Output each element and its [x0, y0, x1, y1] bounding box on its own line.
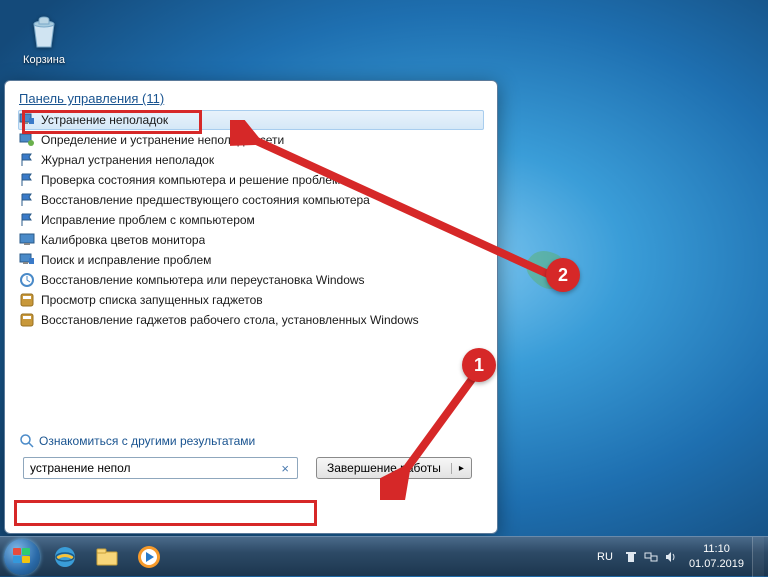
- search-icon: [19, 433, 35, 449]
- action-center-icon[interactable]: [622, 548, 640, 566]
- result-label: Журнал устранения неполадок: [41, 153, 214, 167]
- search-result-item[interactable]: Устранение неполадок: [18, 110, 484, 130]
- result-label: Определение и устранение неполадок сети: [41, 133, 284, 147]
- search-input[interactable]: [30, 461, 279, 475]
- start-button[interactable]: [0, 537, 44, 577]
- clock-date: 01.07.2019: [689, 557, 744, 571]
- result-label: Проверка состояния компьютера и решение …: [41, 173, 340, 187]
- result-label: Исправление проблем с компьютером: [41, 213, 255, 227]
- shutdown-arrow-icon[interactable]: ▸: [451, 463, 471, 474]
- search-result-item[interactable]: Просмотр списка запущенных гаджетов: [5, 290, 497, 310]
- result-icon: [19, 152, 35, 168]
- result-icon: [19, 212, 35, 228]
- search-result-item[interactable]: Восстановление гаджетов рабочего стола, …: [5, 310, 497, 330]
- more-results-link[interactable]: Ознакомиться с другими результатами: [19, 433, 255, 449]
- taskbar-explorer-button[interactable]: [87, 540, 127, 574]
- search-result-item[interactable]: Исправление проблем с компьютером: [5, 210, 497, 230]
- search-result-item[interactable]: Калибровка цветов монитора: [5, 230, 497, 250]
- result-label: Восстановление гаджетов рабочего стола, …: [41, 313, 419, 327]
- result-icon: [19, 232, 35, 248]
- result-label: Устранение неполадок: [41, 113, 168, 127]
- shutdown-label: Завершение работы: [317, 461, 451, 475]
- result-label: Восстановление предшествующего состояния…: [41, 193, 370, 207]
- result-icon: [19, 132, 35, 148]
- clock-time: 11:10: [689, 542, 744, 556]
- taskbar-media-player-button[interactable]: [129, 540, 169, 574]
- search-clear-button[interactable]: ×: [279, 461, 291, 476]
- network-icon[interactable]: [642, 548, 660, 566]
- taskbar: RU 11:10 01.07.2019: [0, 536, 768, 576]
- result-icon: [19, 192, 35, 208]
- language-indicator[interactable]: RU: [589, 551, 621, 563]
- volume-icon[interactable]: [662, 548, 680, 566]
- result-icon: [19, 112, 35, 128]
- search-result-item[interactable]: Поиск и исправление проблем: [5, 250, 497, 270]
- recycle-bin[interactable]: Корзина: [20, 12, 68, 66]
- annotation-step-1: 1: [462, 348, 496, 382]
- recycle-bin-label: Корзина: [20, 54, 68, 66]
- windows-orb-icon: [4, 539, 40, 575]
- search-box[interactable]: ×: [23, 457, 298, 479]
- result-icon: [19, 252, 35, 268]
- search-result-item[interactable]: Журнал устранения неполадок: [5, 150, 497, 170]
- annotation-step-2: 2: [546, 258, 580, 292]
- result-icon: [19, 292, 35, 308]
- more-results-label: Ознакомиться с другими результатами: [39, 434, 255, 448]
- result-label: Поиск и исправление проблем: [41, 253, 211, 267]
- search-result-item[interactable]: Проверка состояния компьютера и решение …: [5, 170, 497, 190]
- result-label: Восстановление компьютера или переустано…: [41, 273, 365, 287]
- clock[interactable]: 11:10 01.07.2019: [681, 542, 752, 571]
- start-menu: Панель управления (11) Устранение непола…: [4, 80, 498, 534]
- result-label: Калибровка цветов монитора: [41, 233, 205, 247]
- taskbar-ie-button[interactable]: [45, 540, 85, 574]
- show-desktop-button[interactable]: [752, 537, 764, 577]
- search-result-item[interactable]: Восстановление предшествующего состояния…: [5, 190, 497, 210]
- shutdown-button[interactable]: Завершение работы ▸: [316, 457, 472, 479]
- recycle-bin-icon: [24, 12, 64, 52]
- result-icon: [19, 312, 35, 328]
- search-result-item[interactable]: Определение и устранение неполадок сети: [5, 130, 497, 150]
- result-icon: [19, 272, 35, 288]
- results-header[interactable]: Панель управления (11): [5, 81, 497, 110]
- search-result-item[interactable]: Восстановление компьютера или переустано…: [5, 270, 497, 290]
- result-label: Просмотр списка запущенных гаджетов: [41, 293, 263, 307]
- result-icon: [19, 172, 35, 188]
